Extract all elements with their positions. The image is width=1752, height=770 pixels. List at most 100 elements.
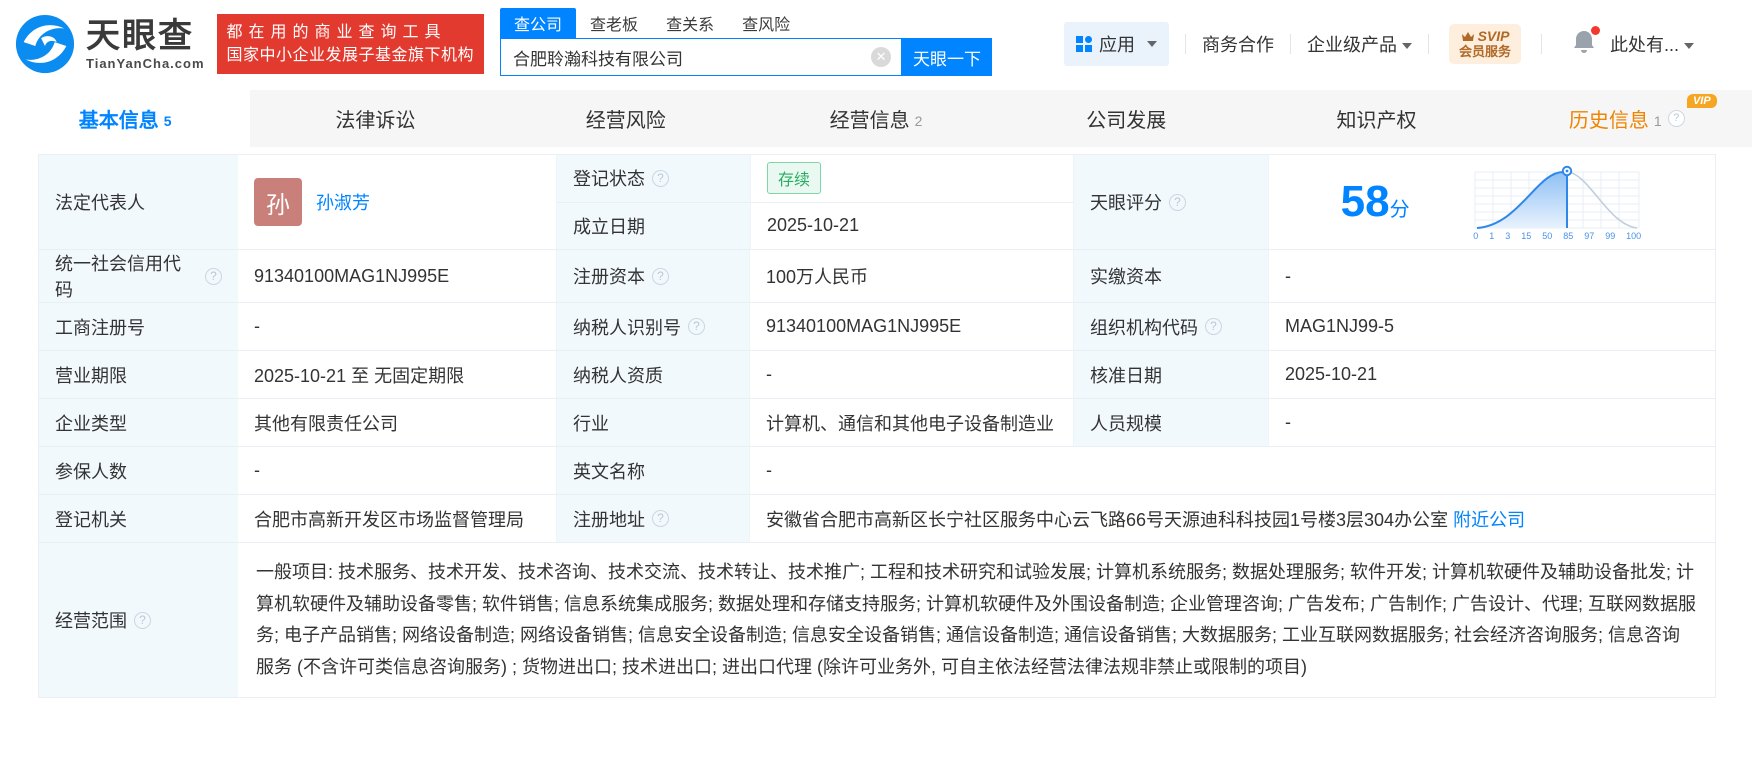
approval-date-label: 核准日期: [1073, 351, 1268, 398]
business-term-label: 营业期限: [39, 351, 238, 398]
search-tab[interactable]: 查公司: [500, 8, 577, 38]
tab-label: 知识产权: [1336, 110, 1417, 132]
brand-slogan: 都在用的商业查询工具 国家中小企业发展子基金旗下机构: [216, 13, 485, 75]
credit-code-label: 统一社会信用代码?: [39, 250, 238, 302]
crown-icon: [1461, 32, 1474, 42]
tab-ip[interactable]: 知识产权: [1251, 90, 1501, 147]
taxpayer-qual-value: -: [749, 351, 1073, 398]
nav-enterprise-products[interactable]: 企业级产品: [1307, 31, 1413, 57]
tick-label: 3: [1505, 230, 1511, 241]
tab-label: 基本信息: [78, 110, 159, 132]
reg-address-cell: 安徽省合肥市高新区长宁社区服务中心云飞路66号天源迪科科技园1号楼3层304办公…: [749, 495, 1715, 542]
search-tab[interactable]: 查风险: [728, 8, 804, 38]
insured-value: -: [238, 447, 556, 494]
tick-label: 15: [1521, 230, 1532, 241]
tab-count: 1: [1653, 112, 1662, 129]
user-menu[interactable]: 此处有...: [1610, 31, 1695, 57]
tab-basic[interactable]: 基本信息 5: [0, 90, 251, 147]
search-input[interactable]: [501, 39, 902, 75]
tab-count: 2: [914, 112, 923, 129]
status-badge: 存续: [767, 162, 822, 195]
legal-rep-label: 法定代表人: [39, 155, 238, 249]
help-icon[interactable]: ?: [1667, 110, 1685, 127]
tick-label: 100: [1626, 230, 1642, 241]
help-icon[interactable]: ?: [134, 611, 151, 629]
score-label: 天眼评分?: [1073, 155, 1268, 249]
table-row: 企业类型 其他有限责任公司 行业 计算机、通信和其他电子设备制造业 人员规模 -: [39, 399, 1715, 447]
apps-menu-button[interactable]: 应用: [1064, 22, 1170, 66]
score-value: 58: [1340, 177, 1390, 226]
legal-rep-link[interactable]: 孙淑芳: [316, 189, 370, 215]
avatar[interactable]: 孙: [254, 178, 302, 226]
staff-size-value: -: [1268, 399, 1715, 446]
help-icon[interactable]: ?: [688, 318, 705, 335]
reg-capital-value: 100万人民币: [749, 250, 1073, 302]
tick-label: 85: [1563, 230, 1574, 241]
legal-rep-cell: 孙 孙淑芳: [238, 155, 556, 249]
reg-number-value: -: [238, 303, 556, 350]
search-tabs: 查公司 查老板 查关系 查风险: [500, 8, 992, 38]
score-distribution-chart: 0 1 3 15 50 85 97 99 100: [1471, 164, 1643, 241]
reg-authority-value: 合肥市高新开发区市场监督管理局: [238, 495, 556, 542]
industry-value: 计算机、通信和其他电子设备制造业: [749, 399, 1073, 446]
tick-label: 97: [1584, 230, 1595, 241]
tab-lawsuit[interactable]: 法律诉讼: [250, 90, 500, 147]
apps-label: 应用: [1099, 35, 1136, 55]
table-row: 参保人数 - 英文名称 -: [39, 447, 1715, 495]
brand-name-cn: 天眼查: [86, 16, 194, 55]
clear-search-icon[interactable]: ✕: [871, 47, 892, 67]
org-code-value: MAG1NJ99-5: [1268, 303, 1715, 350]
help-icon[interactable]: ?: [652, 169, 669, 187]
notifications-button[interactable]: [1572, 25, 1601, 60]
table-row: 法定代表人 孙 孙淑芳 登记状态? 存续 成立日期 2025-10-21 天眼评…: [39, 155, 1715, 250]
approval-date-value: 2025-10-21: [1268, 351, 1715, 398]
business-scope-value: 一般项目: 技术服务、技术开发、技术咨询、技术交流、技术转让、技术推广; 工程和…: [238, 543, 1715, 697]
staff-size-label: 人员规模: [1073, 399, 1268, 446]
search-box: ✕: [500, 38, 903, 76]
business-term-value: 2025-10-21 至 无固定期限: [238, 351, 556, 398]
reg-capital-label: 注册资本?: [556, 250, 749, 302]
table-row: 经营范围? 一般项目: 技术服务、技术开发、技术咨询、技术交流、技术转让、技术推…: [39, 543, 1715, 697]
credit-code-value: 91340100MAG1NJ995E: [238, 250, 556, 302]
nearby-companies-link[interactable]: 附近公司: [1453, 506, 1525, 532]
tianyancha-logo-icon: [15, 14, 75, 74]
tab-count: 5: [163, 112, 172, 129]
tab-history[interactable]: 历史信息 1 VIP?: [1502, 90, 1752, 147]
notification-dot: [1591, 25, 1601, 35]
help-icon[interactable]: ?: [652, 267, 669, 285]
tianyancha-page: 天眼查 TianYanCha.com 都在用的商业查询工具 国家中小企业发展子基…: [0, 0, 1752, 770]
taxpayer-id-label: 纳税人识别号?: [556, 303, 749, 350]
reg-address-label: 注册地址?: [556, 495, 749, 542]
tab-risk[interactable]: 经营风险: [501, 90, 751, 147]
help-icon[interactable]: ?: [1169, 193, 1186, 211]
help-icon[interactable]: ?: [205, 267, 222, 285]
company-type-value: 其他有限责任公司: [238, 399, 556, 446]
svip-membership-button[interactable]: SVIP 会员服务: [1449, 24, 1522, 64]
tab-label: 法律诉讼: [335, 110, 416, 132]
chevron-down-icon: [1402, 43, 1413, 50]
nav-business-cooperation[interactable]: 商务合作: [1202, 31, 1274, 57]
main-tabbar: 基本信息 5 法律诉讼 经营风险 经营信息 2 公司发展 知识产权 历史信息 1 VIP?: [0, 90, 1752, 147]
reg-authority-label: 登记机关: [39, 495, 238, 542]
tick-label: 0: [1473, 230, 1479, 241]
header-nav: 应用 商务合作 企业级产品 SVIP 会员服务 此处有...: [1064, 22, 1695, 66]
tab-development[interactable]: 公司发展: [1001, 90, 1251, 147]
table-row: 营业期限 2025-10-21 至 无固定期限 纳税人资质 - 核准日期 202…: [39, 351, 1715, 399]
table-row: 统一社会信用代码? 91340100MAG1NJ995E 注册资本? 100万人…: [39, 250, 1715, 303]
business-scope-label: 经营范围?: [39, 543, 238, 697]
chevron-down-icon: [1147, 41, 1158, 47]
paid-capital-label: 实缴资本: [1073, 250, 1268, 302]
search-tab[interactable]: 查老板: [576, 8, 652, 38]
help-icon[interactable]: ?: [652, 510, 669, 527]
help-icon[interactable]: ?: [1205, 318, 1222, 335]
search-tab[interactable]: 查关系: [652, 8, 728, 38]
tab-operating[interactable]: 经营信息 2: [751, 90, 1001, 147]
reg-status-label: 登记状态?: [557, 155, 750, 202]
tick-label: 50: [1542, 230, 1553, 241]
reg-number-label: 工商注册号: [39, 303, 238, 350]
divider: [1290, 34, 1292, 54]
tianyancha-logo[interactable]: 天眼查 TianYanCha.com: [14, 13, 205, 75]
tab-label: 公司发展: [1086, 110, 1167, 132]
search-button[interactable]: 天眼一下: [902, 38, 993, 76]
brand-name-en: TianYanCha.com: [86, 55, 205, 71]
